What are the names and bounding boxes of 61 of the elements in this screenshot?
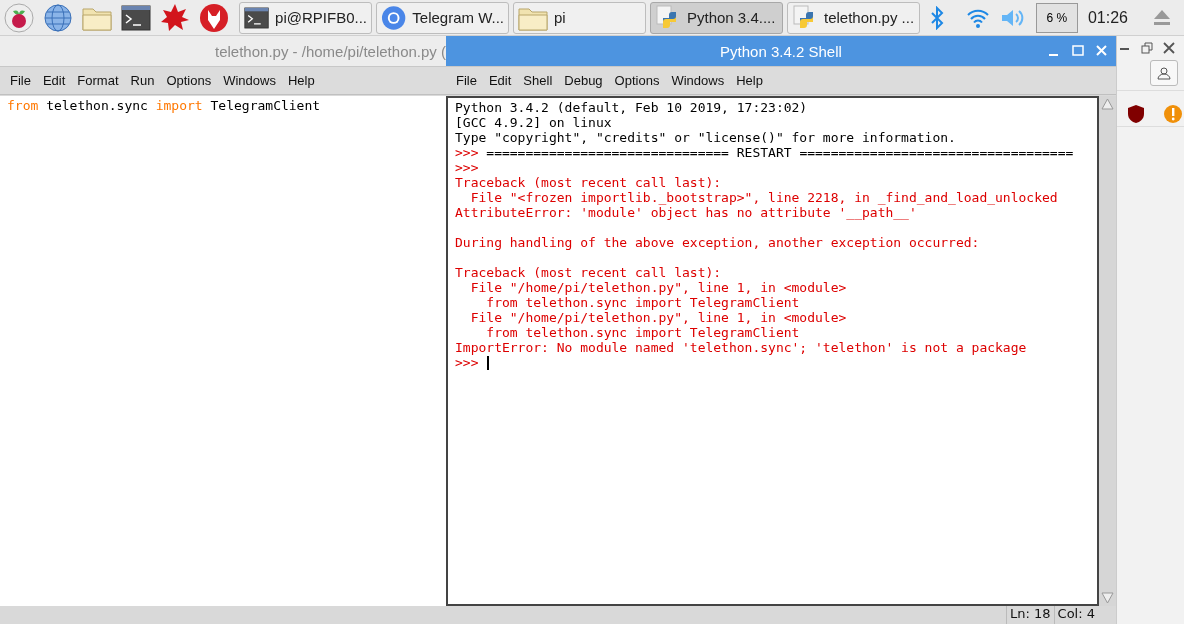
- menu-item[interactable]: Edit: [36, 73, 72, 88]
- close-icon[interactable]: [1163, 42, 1175, 54]
- raspberry-menu-icon[interactable]: [4, 2, 34, 33]
- traceback-line: File "/home/pi/telethon.py", line 1, in <module>: [469, 310, 847, 325]
- menu-item[interactable]: Shell: [517, 73, 559, 88]
- window-title: telethon.py - /home/pi/telethon.py (: [215, 42, 446, 60]
- traceback-line: from telethon.sync import TelegramClient: [485, 295, 800, 310]
- bluetooth-icon[interactable]: [929, 5, 944, 30]
- maximize-icon[interactable]: [1070, 43, 1086, 59]
- status-text: Col: 4: [1053, 606, 1098, 624]
- menu-item[interactable]: Options: [160, 73, 218, 88]
- profile-button[interactable]: [1150, 60, 1178, 86]
- traceback-line: File "/home/pi/telethon.py", line 1, in <module>: [469, 280, 847, 295]
- browser-icon: [381, 4, 407, 31]
- clock[interactable]: 01:26: [1087, 8, 1128, 27]
- taskbar-button[interactable]: pi: [513, 1, 646, 34]
- traceback-line: ImportError: No module named 'telethon.sync'; 'telethon' is not a package: [455, 340, 1027, 355]
- scrollbar[interactable]: [1099, 96, 1116, 606]
- menu-item[interactable]: Help: [281, 73, 321, 88]
- terminal-icon: [244, 4, 270, 31]
- menu-item[interactable]: File: [4, 73, 37, 88]
- traceback-line: Traceback (most recent call last):: [455, 175, 722, 190]
- output-line: Type "copyright", "credits" or "license()" for more information.: [455, 130, 956, 145]
- cpu-usage-monitor: 6 %: [1035, 2, 1078, 33]
- person-icon: [1157, 66, 1171, 80]
- eject-icon[interactable]: [1152, 8, 1172, 27]
- menu-item[interactable]: Help: [730, 73, 769, 88]
- traceback-line: During handling of the above exception, another exception occurred:: [455, 235, 980, 250]
- menu-item[interactable]: Edit: [482, 73, 518, 88]
- code-line: from telethon.sync import TelegramClient: [7, 98, 321, 113]
- menu-item[interactable]: Debug: [558, 73, 609, 88]
- taskbar-button[interactable]: Telegram W...: [376, 1, 509, 34]
- prompt-line: >>> =============================== RESTART ===================================: [455, 145, 1074, 160]
- code-editor[interactable]: from telethon.sync import TelegramClient: [0, 96, 446, 606]
- traceback-line: AttributeError: 'module' object has no attribute '__path__': [455, 205, 917, 220]
- menu-item[interactable]: Format: [71, 73, 125, 88]
- menu-item[interactable]: File: [450, 73, 483, 88]
- wolf-icon[interactable]: [199, 2, 229, 33]
- taskbar-button[interactable]: pi@RPIFB0...: [239, 1, 372, 34]
- traceback-line: File "<frozen importlib._bootstrap>", line 2218, in _find_and_load_unlocked: [469, 190, 1058, 205]
- taskbar-button[interactable]: telethon.py ...: [787, 1, 920, 34]
- taskbar-button[interactable]: Python 3.4....: [650, 1, 783, 34]
- restore-icon[interactable]: [1141, 42, 1153, 54]
- output-line: [GCC 4.9.2] on linux: [455, 115, 612, 130]
- warning-icon[interactable]: [1163, 104, 1183, 124]
- prompt-line: >>>: [455, 355, 479, 370]
- status-text: Ln: 18: [1006, 606, 1054, 624]
- shield-icon[interactable]: [1127, 104, 1145, 124]
- starburst-icon[interactable]: [160, 2, 190, 33]
- terminal-icon[interactable]: [121, 4, 151, 31]
- shell-console[interactable]: [446, 96, 1099, 606]
- traceback-line: from telethon.sync import TelegramClient: [485, 325, 800, 340]
- menu-item[interactable]: Windows: [217, 73, 282, 88]
- window-title: Python 3.4.2 Shell: [720, 42, 842, 60]
- menu-item[interactable]: Run: [124, 73, 161, 88]
- output-line: Python 3.4.2 (default, Feb 10 2019, 17:23:02): [455, 100, 808, 115]
- menu-item[interactable]: Options: [608, 73, 666, 88]
- traceback-line: Traceback (most recent call last):: [455, 265, 722, 280]
- menu-item[interactable]: Windows: [665, 73, 731, 88]
- prompt-line: >>>: [455, 160, 479, 175]
- globe-icon[interactable]: [43, 2, 73, 33]
